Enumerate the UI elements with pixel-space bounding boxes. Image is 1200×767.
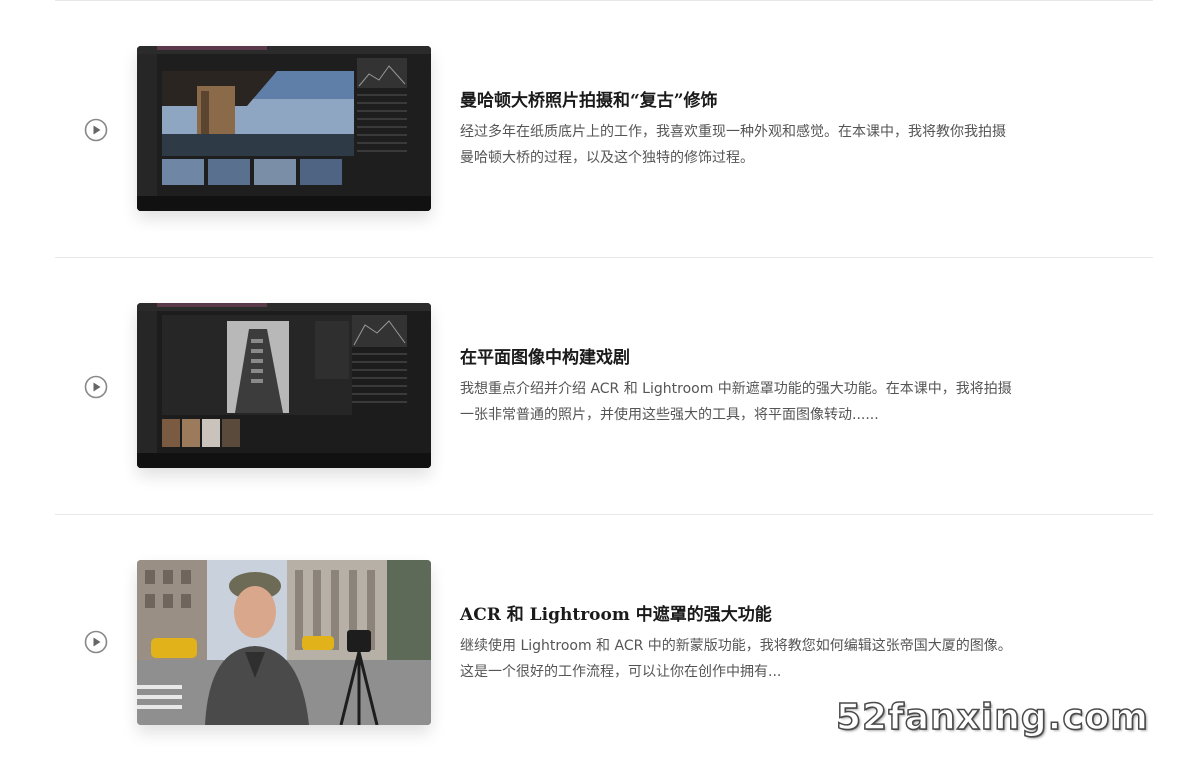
play-circle-icon[interactable] — [84, 118, 108, 142]
lesson-thumbnail[interactable] — [137, 46, 431, 211]
description-line: 一张非常普通的照片，并使用这些强大的工具，将平面图像转动...... — [460, 407, 879, 423]
lesson-title[interactable]: 曼哈顿大桥照片拍摄和“复古”修饰 — [460, 86, 718, 111]
lesson-thumbnail[interactable] — [137, 303, 431, 468]
play-circle-icon[interactable] — [84, 375, 108, 399]
lesson-item-3: ACR 和 Lightroom 中遮罩的强大功能 继续使用 Lightroom … — [0, 514, 1200, 725]
lesson-thumbnail[interactable] — [137, 560, 431, 725]
lesson-description: 我想重点介绍并介绍 ACR 和 Lightroom 中新遮罩功能的强大功能。在本… — [460, 376, 1100, 428]
site-watermark: 52fanxing.com — [835, 696, 1149, 739]
description-line: 这是一个很好的工作流程，可以让你在创作中拥有... — [460, 664, 782, 680]
lesson-description: 经过多年在纸质底片上的工作，我喜欢重现一种外观和感觉。在本课中，我将教你我拍摄 … — [460, 119, 1100, 171]
description-line: 曼哈顿大桥的过程，以及这个独特的修饰过程。 — [460, 150, 754, 166]
lesson-description: 继续使用 Lightroom 和 ACR 中的新蒙版功能，我将教您如何编辑这张帝… — [460, 633, 1100, 685]
play-circle-icon[interactable] — [84, 630, 108, 654]
lesson-title[interactable]: ACR 和 Lightroom 中遮罩的强大功能 — [460, 600, 772, 625]
lesson-title[interactable]: 在平面图像中构建戏剧 — [460, 343, 630, 368]
description-line: 继续使用 Lightroom 和 ACR 中的新蒙版功能，我将教您如何编辑这张帝… — [460, 638, 1012, 654]
description-line: 我想重点介绍并介绍 ACR 和 Lightroom 中新遮罩功能的强大功能。在本… — [460, 381, 1012, 397]
description-line: 经过多年在纸质底片上的工作，我喜欢重现一种外观和感觉。在本课中，我将教你我拍摄 — [460, 124, 1006, 140]
lesson-item-2: 在平面图像中构建戏剧 我想重点介绍并介绍 ACR 和 Lightroom 中新遮… — [0, 257, 1200, 468]
lesson-item-1: 曼哈顿大桥照片拍摄和“复古”修饰 经过多年在纸质底片上的工作，我喜欢重现一种外观… — [0, 0, 1200, 211]
